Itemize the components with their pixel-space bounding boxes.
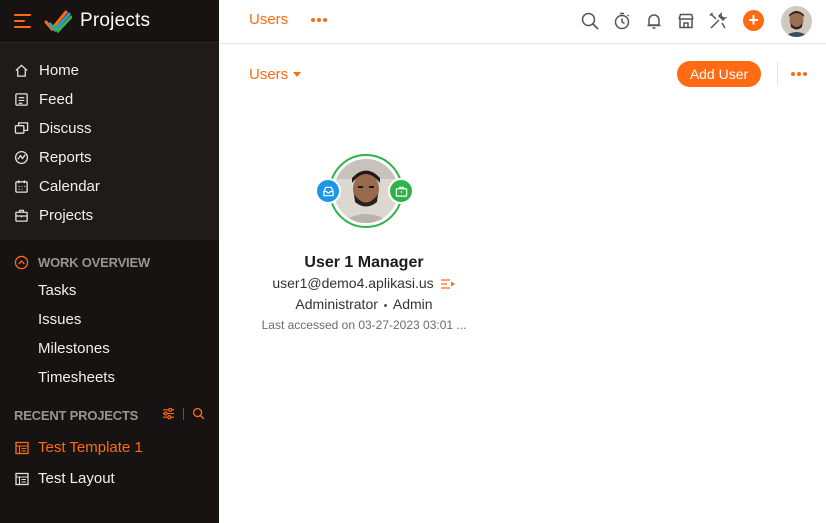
sidebar-item-label: Calendar — [39, 178, 100, 195]
chevron-up-circle-icon — [14, 255, 29, 269]
sidebar-item-milestones[interactable]: Milestones — [0, 336, 219, 365]
project-sheet-icon — [15, 441, 29, 454]
header-divider — [777, 62, 778, 86]
sidebar-item-label: Projects — [39, 207, 94, 224]
more-options-icon[interactable] — [791, 66, 809, 82]
app-title: Projects — [80, 10, 151, 31]
sidebar-item-label: Reports — [39, 149, 92, 166]
search-icon[interactable] — [580, 11, 600, 31]
work-overview-list: Tasks Issues Milestones Timesheets — [0, 278, 219, 394]
home-icon — [15, 64, 28, 77]
recent-project-label: Test Layout — [38, 470, 115, 487]
user-card[interactable]: User 1 Manager user1@demo4.aplikasi.us A… — [249, 150, 479, 340]
search-icon[interactable] — [192, 407, 205, 420]
menu-icon[interactable] — [14, 13, 31, 28]
separator-dot — [383, 303, 387, 307]
tools-icon[interactable] — [708, 11, 728, 31]
store-icon[interactable] — [676, 11, 696, 31]
top-bar: Users + — [219, 0, 826, 44]
last-accessed: Last accessed on 03-27-2023 03:01 ... — [261, 318, 467, 332]
sidebar: Projects Home Feed Discuss Reports Calen… — [0, 0, 219, 523]
sidebar-main-nav: Home Feed Discuss Reports Calendar Proje… — [0, 56, 219, 230]
quick-add-button[interactable]: + — [743, 10, 764, 31]
users-view-label: Users — [249, 66, 289, 83]
sidebar-item-tasks[interactable]: Tasks — [0, 278, 219, 307]
tab-users[interactable]: Users — [249, 11, 288, 28]
assign-list-icon[interactable] — [440, 278, 456, 290]
briefcase-icon — [395, 186, 407, 197]
recent-projects-header: RECENT PROJECTS — [0, 404, 219, 426]
sidebar-item-label: Home — [39, 62, 80, 79]
add-user-button[interactable]: Add User — [677, 61, 761, 87]
caret-down-icon — [293, 72, 302, 77]
inbox-icon — [322, 186, 334, 196]
sidebar-item-projects[interactable]: Projects — [0, 201, 219, 230]
sidebar-item-discuss[interactable]: Discuss — [0, 114, 219, 143]
portal-user-badge[interactable] — [315, 178, 341, 204]
timer-icon[interactable] — [612, 11, 632, 31]
app-root: Projects Home Feed Discuss Reports Calen… — [0, 0, 826, 523]
recent-projects-title: RECENT PROJECTS — [14, 407, 139, 423]
discuss-icon — [14, 122, 29, 134]
filter-sliders-icon[interactable] — [162, 407, 175, 420]
sidebar-item-label: Discuss — [39, 120, 92, 137]
recent-projects-tools — [162, 407, 205, 420]
recent-projects-list: Test Template 1 Test Layout — [0, 432, 219, 494]
more-options-icon[interactable] — [311, 12, 329, 28]
tools-divider — [183, 407, 184, 420]
user-role: Administrator — [295, 296, 378, 312]
users-view-dropdown[interactable]: Users — [249, 66, 302, 83]
sidebar-item-home[interactable]: Home — [0, 56, 219, 85]
calendar-icon — [15, 180, 28, 193]
user-name[interactable]: User 1 Manager — [249, 254, 479, 272]
feed-icon — [15, 93, 28, 106]
work-overview-header[interactable]: WORK OVERVIEW — [0, 251, 150, 273]
user-role-row: Administrator Admin — [249, 296, 479, 312]
bell-icon[interactable] — [644, 11, 664, 31]
user-email-row: user1@demo4.aplikasi.us — [249, 275, 479, 291]
recent-project-item[interactable]: Test Template 1 — [0, 432, 219, 463]
user-profile: Admin — [392, 296, 433, 312]
sidebar-item-timesheets[interactable]: Timesheets — [0, 365, 219, 394]
sidebar-item-feed[interactable]: Feed — [0, 85, 219, 114]
projects-logo-icon — [44, 10, 72, 34]
user-avatar[interactable] — [781, 6, 812, 37]
sidebar-header: Projects — [0, 0, 219, 43]
recent-project-label: Test Template 1 — [38, 439, 143, 456]
reports-icon — [14, 150, 29, 165]
sidebar-item-calendar[interactable]: Calendar — [0, 172, 219, 201]
projects-icon — [15, 209, 28, 222]
sidebar-item-issues[interactable]: Issues — [0, 307, 219, 336]
sidebar-item-label: Feed — [39, 91, 74, 108]
user-email: user1@demo4.aplikasi.us — [272, 275, 434, 291]
project-role-badge[interactable] — [388, 178, 414, 204]
project-sheet-icon — [15, 472, 29, 485]
recent-project-item[interactable]: Test Layout — [0, 463, 219, 494]
sidebar-item-reports[interactable]: Reports — [0, 143, 219, 172]
work-overview-title: WORK OVERVIEW — [38, 254, 151, 270]
sidebar-lower-panel: WORK OVERVIEW Tasks Issues Milestones Ti… — [0, 240, 219, 523]
